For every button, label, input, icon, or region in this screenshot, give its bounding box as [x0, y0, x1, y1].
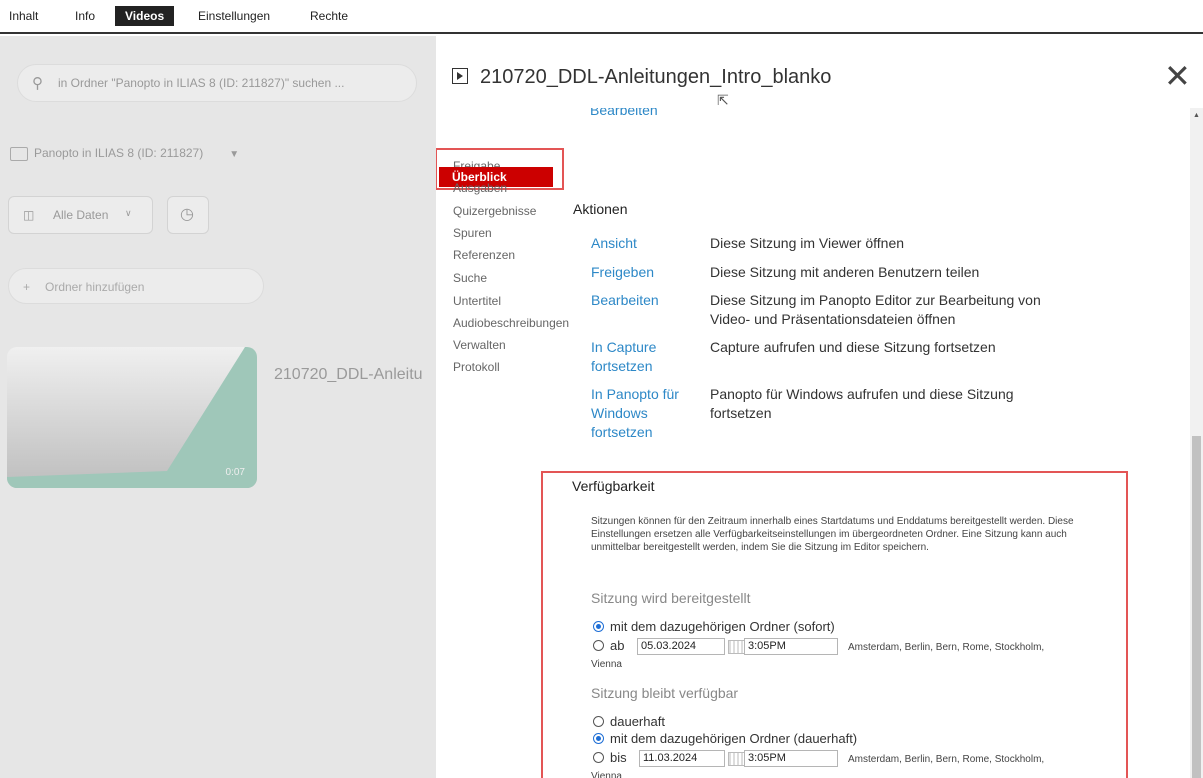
provided-date-input[interactable]: 05.03.2024 — [637, 638, 725, 655]
provided-timezone: Amsterdam, Berlin, Bern, Rome, Stockholm… — [848, 642, 1045, 653]
tab-videos[interactable]: Videos — [115, 6, 175, 26]
provided-option-folder[interactable]: mit dem dazugehörigen Ordner (sofort) — [593, 619, 835, 634]
session-modal: 210720_DDL-Anleitungen_Intro_blanko ⇱ ✕ … — [436, 36, 1203, 778]
remains-heading: Sitzung bleibt verfügbar — [591, 685, 739, 701]
availability-heading: Verfügbarkeit — [572, 478, 655, 494]
nav-protokoll[interactable]: Protokoll — [453, 360, 500, 374]
availability-description: Sitzungen können für den Zeitraum innerh… — [591, 516, 1074, 553]
date-filter-label: Alle Daten — [53, 208, 109, 222]
remains-option-permanent[interactable]: dauerhaft — [593, 714, 665, 729]
search-placeholder: in Ordner "Panopto in ILIAS 8 (ID: 21182… — [58, 76, 345, 90]
provided-time-input[interactable]: 3:05PM — [744, 638, 838, 655]
folder-icon — [10, 146, 28, 161]
top-tab-bar: Inhalt Info Videos Einstellungen Rechte — [0, 0, 1203, 34]
search-icon: ⚲ — [32, 75, 43, 92]
search-input[interactable]: ⚲ in Ordner "Panopto in ILIAS 8 (ID: 211… — [17, 64, 417, 102]
plus-icon: + — [23, 280, 31, 294]
add-folder-button[interactable]: + Ordner hinzufügen — [8, 268, 264, 304]
video-thumbnail[interactable]: 0:07 — [7, 347, 257, 488]
remains-option-folder[interactable]: mit dem dazugehörigen Ordner (dauerhaft) — [593, 731, 857, 746]
nav-untertitel[interactable]: Untertitel — [453, 294, 501, 308]
nav-quizergebnisse[interactable]: Quizergebnisse — [453, 204, 536, 218]
radio-selected-icon[interactable] — [593, 621, 604, 632]
nav-verwalten[interactable]: Verwalten — [453, 338, 506, 352]
remains-time-input[interactable]: 3:05PM — [744, 750, 838, 767]
nav-spuren[interactable]: Spuren — [453, 226, 492, 240]
tab-einstellungen[interactable]: Einstellungen — [198, 9, 270, 23]
nav-ausgaben[interactable]: Ausgaben — [453, 181, 507, 195]
remains-option-until-label: bis — [610, 750, 627, 765]
action-capture-desc: Capture aufrufen und diese Sitzung forts… — [710, 339, 996, 355]
actions-heading: Aktionen — [573, 201, 628, 217]
remains-date-input[interactable]: 11.03.2024 — [639, 750, 725, 767]
provided-option-from[interactable]: ab — [593, 638, 624, 653]
provided-option-from-label: ab — [610, 638, 625, 653]
action-ansicht-desc: Diese Sitzung im Viewer öffnen — [710, 235, 905, 251]
remains-option-until[interactable]: bis — [593, 750, 627, 765]
add-folder-label: Ordner hinzufügen — [45, 280, 145, 294]
close-icon[interactable]: ✕ — [1164, 60, 1191, 92]
action-bearbeiten-desc: Diese Sitzung im Panopto Editor zur Bear… — [710, 292, 1041, 327]
chevron-down-icon: ∨ — [125, 208, 132, 218]
action-windows-desc: Panopto für Windows aufrufen und diese S… — [710, 386, 1014, 421]
action-windows-link[interactable]: In Panopto für Windows fortsetzen — [591, 385, 691, 442]
remains-timezone: Amsterdam, Berlin, Bern, Rome, Stockholm… — [848, 754, 1045, 765]
folder-name: Panopto in ILIAS 8 (ID: 211827) — [34, 146, 204, 160]
tab-inhalt[interactable]: Inhalt — [9, 9, 38, 23]
thumbnail-graphic — [7, 347, 257, 488]
provided-heading: Sitzung wird bereitgestellt — [591, 590, 751, 606]
video-title[interactable]: 210720_DDL-Anleitu — [274, 366, 423, 384]
action-ansicht-link[interactable]: Ansicht — [591, 234, 701, 253]
nav-referenzen[interactable]: Referenzen — [453, 248, 515, 262]
action-bearbeiten-link[interactable]: Bearbeiten — [591, 291, 701, 310]
tab-rechte[interactable]: Rechte — [310, 9, 348, 23]
provided-timezone-cont: Vienna — [591, 659, 622, 670]
action-freigeben-link[interactable]: Freigeben — [591, 263, 701, 282]
nav-suche[interactable]: Suche — [453, 271, 487, 285]
radio-icon[interactable] — [593, 716, 604, 727]
modal-title: 210720_DDL-Anleitungen_Intro_blanko — [480, 66, 832, 88]
modal-scrollbar[interactable]: ▲ — [1190, 108, 1203, 778]
remains-option-permanent-label: dauerhaft — [610, 714, 665, 729]
play-icon — [452, 68, 468, 84]
tab-info[interactable]: Info — [75, 9, 95, 23]
mouse-cursor-icon: ⇱ — [717, 92, 729, 108]
scroll-up-icon[interactable]: ▲ — [1193, 112, 1200, 119]
radio-selected-icon[interactable] — [593, 733, 604, 744]
nav-audiobeschreibungen[interactable]: Audiobeschreibungen — [453, 316, 569, 330]
date-filter-dropdown[interactable]: ◫ Alle Daten ∨ — [8, 196, 153, 234]
provided-option-folder-label: mit dem dazugehörigen Ordner (sofort) — [610, 619, 835, 634]
remains-timezone-cont: Vienna — [591, 771, 622, 778]
remains-option-folder-label: mit dem dazugehörigen Ordner (dauerhaft) — [610, 731, 858, 746]
modal-header: 210720_DDL-Anleitungen_Intro_blanko — [452, 66, 831, 89]
clock-button[interactable]: ◷ — [167, 196, 209, 234]
scrollbar-thumb[interactable] — [1192, 436, 1201, 778]
radio-icon[interactable] — [593, 640, 604, 651]
clock-icon: ◷ — [180, 206, 194, 223]
modal-content: Bearbeiten Freigabe Überblick Ausgaben Q… — [436, 108, 1190, 778]
radio-icon[interactable] — [593, 752, 604, 763]
calendar-icon: ◫ — [23, 208, 35, 222]
caret-down-icon: ▼ — [229, 149, 240, 160]
video-duration: 0:07 — [225, 467, 245, 478]
clipped-bearbeiten-link[interactable]: Bearbeiten — [590, 108, 658, 118]
folder-selector[interactable]: Panopto in ILIAS 8 (ID: 211827) ▼ — [10, 146, 239, 161]
action-freigeben-desc: Diese Sitzung mit anderen Benutzern teil… — [710, 264, 980, 280]
action-capture-link[interactable]: In Capture fortsetzen — [591, 338, 691, 376]
